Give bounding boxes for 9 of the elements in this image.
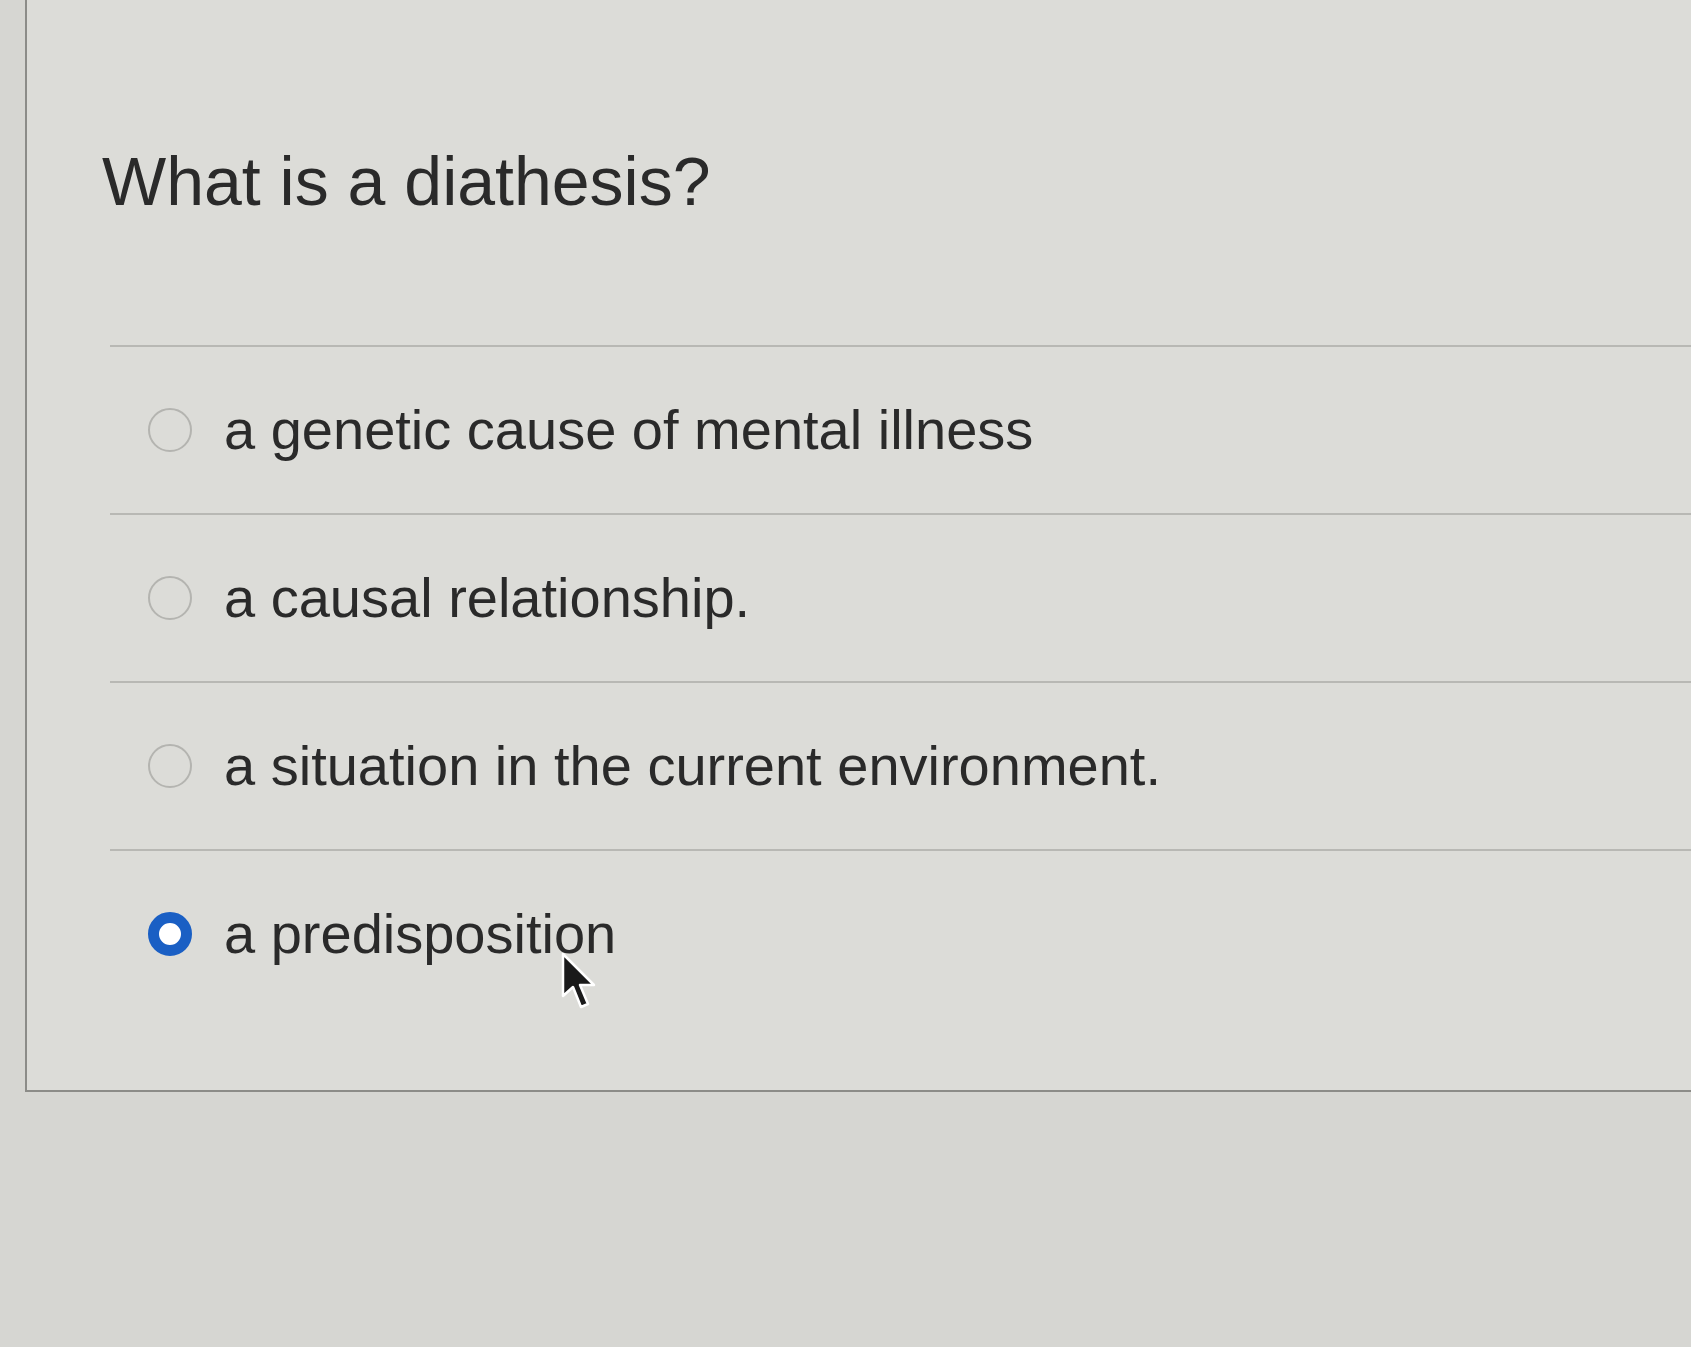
option-label[interactable]: a situation in the current environment. (224, 732, 1161, 800)
radio-button[interactable] (148, 576, 192, 620)
radio-button[interactable] (148, 408, 192, 452)
radio-button[interactable] (148, 912, 192, 956)
option-label[interactable]: a genetic cause of mental illness (224, 396, 1034, 464)
option-label[interactable]: a predisposition (224, 900, 617, 968)
question-title: What is a diathesis? (102, 142, 711, 221)
option-label[interactable]: a causal relationship. (224, 564, 751, 632)
radio-button[interactable] (148, 744, 192, 788)
